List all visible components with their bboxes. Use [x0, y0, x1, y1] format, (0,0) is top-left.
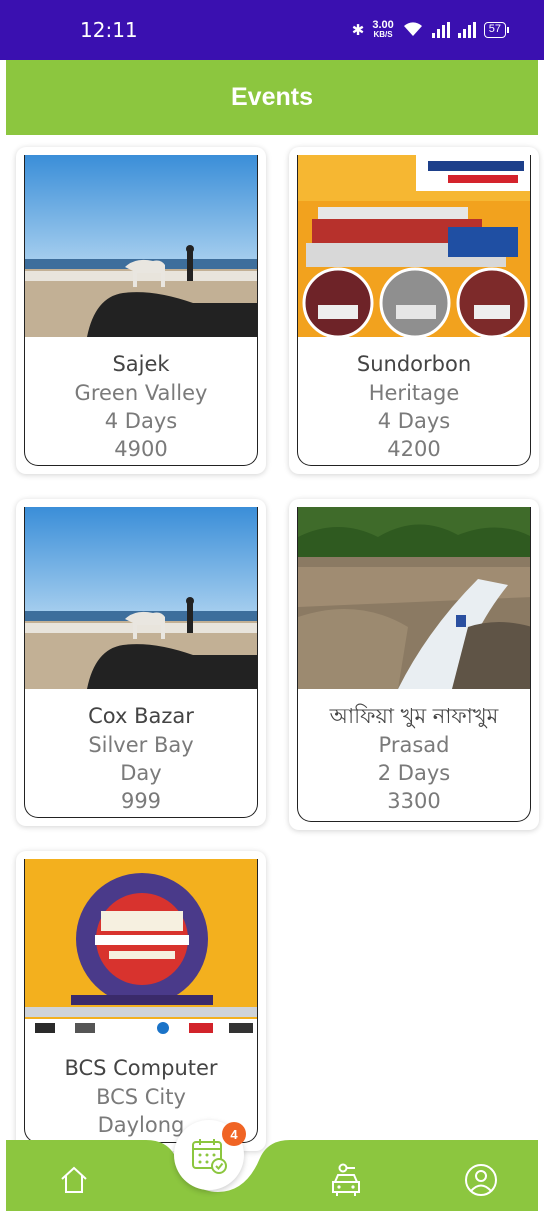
event-duration: 4 Days: [377, 409, 451, 433]
event-location: Prasad: [378, 733, 450, 757]
events-badge: 4: [222, 1122, 246, 1146]
event-card-frame: Cox Bazar Silver Bay Day 999: [24, 507, 258, 818]
page-title: Events: [231, 83, 313, 111]
travel-button[interactable]: [324, 1158, 368, 1202]
event-card-body: Sajek Green Valley 4 Days 4900: [25, 337, 257, 463]
event-duration: 4 Days: [104, 409, 178, 433]
event-card-bcs-computer[interactable]: BCS Computer BCS City Daylong: [16, 851, 266, 1151]
network-speed: 3.00 KB/S: [372, 19, 394, 40]
status-icons: ✱ 3.00 KB/S 57: [351, 19, 510, 40]
event-title: আফিয়া খুম নাফাখুম: [329, 704, 499, 728]
event-title: Sundorbon: [356, 352, 472, 376]
event-card-sundorbon[interactable]: Sundorbon Heritage 4 Days 4200: [289, 147, 539, 474]
profile-button[interactable]: [459, 1159, 503, 1201]
status-time: 12:11: [80, 18, 138, 42]
event-duration: 2 Days: [377, 761, 451, 785]
app-header: Events: [6, 60, 538, 135]
event-card-body: Cox Bazar Silver Bay Day 999: [25, 689, 257, 815]
battery-icon: 57: [483, 22, 510, 38]
event-card-body: Sundorbon Heritage 4 Days 4200: [298, 337, 530, 463]
signal-icon-1: [431, 22, 450, 38]
event-image-beach: [25, 507, 257, 689]
event-card-body: আফিয়া খুম নাফাখুম Prasad 2 Days 3300: [298, 689, 530, 815]
event-image-ship: [298, 155, 530, 337]
event-price: 4200: [387, 437, 441, 461]
event-image-fair-poster: [25, 859, 257, 1041]
event-price: 3300: [387, 789, 441, 813]
event-price: 4900: [114, 437, 168, 461]
travel-icon: [332, 1163, 360, 1196]
event-title: BCS Computer: [64, 1056, 218, 1080]
event-location: Green Valley: [74, 381, 208, 405]
event-card-frame: Sundorbon Heritage 4 Days 4200: [297, 155, 531, 466]
bluetooth-icon: ✱: [351, 22, 365, 39]
event-price: 999: [120, 789, 162, 813]
event-card-frame: Sajek Green Valley 4 Days 4900: [24, 155, 258, 466]
status-bar: 12:11 ✱ 3.00 KB/S 57: [0, 0, 544, 60]
events-calendar-icon: [192, 1139, 227, 1174]
event-location: Silver Bay: [88, 733, 194, 757]
event-card-nafakhum[interactable]: আফিয়া খুম নাফাখুম Prasad 2 Days 3300: [289, 499, 539, 830]
event-card-frame: আফিয়া খুম নাফাখুম Prasad 2 Days 3300: [297, 507, 531, 822]
event-card-sajek[interactable]: Sajek Green Valley 4 Days 4900: [16, 147, 266, 474]
event-location: Heritage: [368, 381, 460, 405]
home-button[interactable]: [52, 1160, 96, 1200]
event-card-cox-bazar[interactable]: Cox Bazar Silver Bay Day 999: [16, 499, 266, 826]
event-title: Cox Bazar: [88, 704, 194, 728]
wifi-icon: [402, 21, 424, 40]
home-icon: [61, 1166, 87, 1193]
event-image-beach: [25, 155, 257, 337]
signal-icon-2: [457, 22, 476, 38]
profile-icon: [465, 1164, 497, 1196]
event-card-frame: BCS Computer BCS City Daylong: [24, 859, 258, 1143]
event-duration: Day: [120, 761, 162, 785]
event-title: Sajek: [112, 352, 170, 376]
event-image-waterfall: [298, 507, 530, 689]
event-location: BCS City: [96, 1085, 186, 1109]
